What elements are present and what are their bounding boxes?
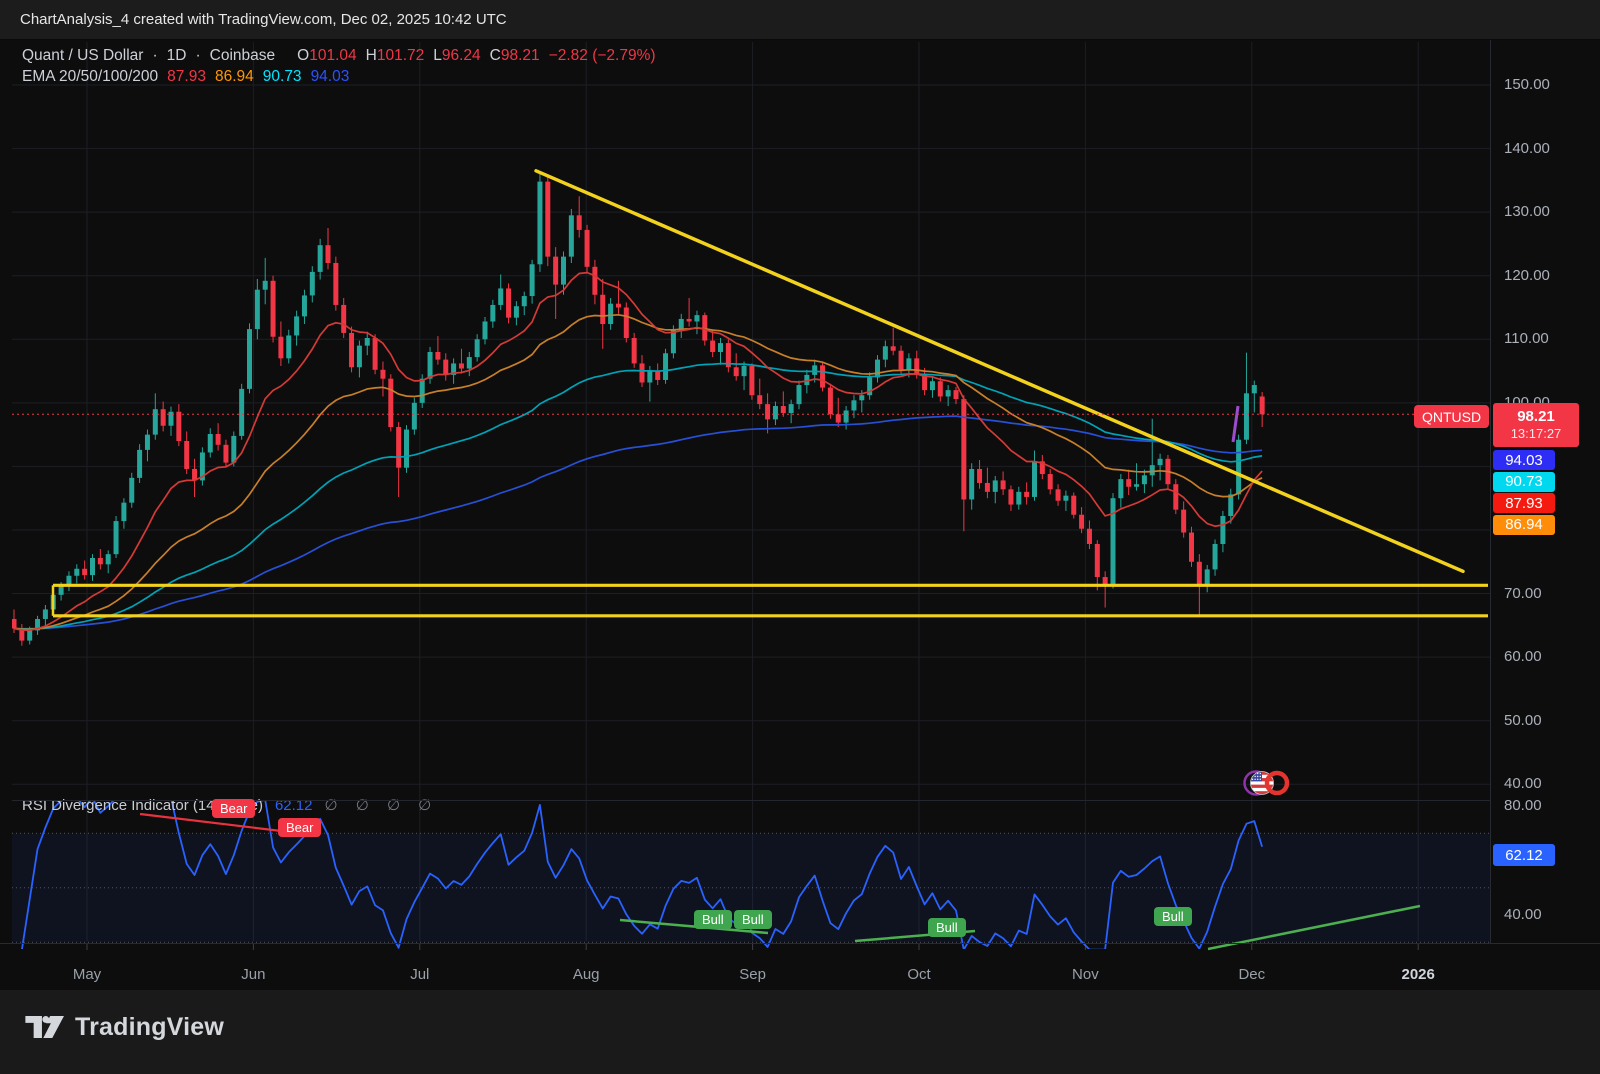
symbol-legend: Quant / US Dollar · 1D · Coinbase O101.0…: [22, 45, 656, 87]
rsi-indicator-legend: RSI Divergence Indicator (14, close) 62.…: [22, 796, 438, 814]
pane-separator[interactable]: [12, 800, 1490, 801]
close-label: C: [490, 47, 501, 64]
exchange-label: Coinbase: [210, 45, 276, 66]
tradingview-logo-text: TradingView: [75, 1013, 224, 1042]
open-value: 101.04: [309, 47, 356, 64]
us-flag-icon: [1245, 771, 1288, 795]
tradingview-logo[interactable]: TradingView: [24, 1012, 224, 1042]
ema20-value: 87.93: [167, 66, 206, 87]
rsi-empty-markers: ∅ ∅ ∅ ∅: [324, 796, 438, 814]
high-label: H: [366, 47, 377, 64]
change-value: −2.82 (−2.79%): [549, 45, 656, 66]
header-bar: ChartAnalysis_4 created with TradingView…: [0, 0, 1600, 40]
timeline-separator[interactable]: [0, 943, 1600, 944]
tradingview-logo-icon: [24, 1012, 64, 1042]
low-label: L: [433, 47, 442, 64]
interval-label: 1D: [167, 45, 187, 66]
ema100-value: 90.73: [263, 66, 302, 87]
symbol-legend-row: Quant / US Dollar · 1D · Coinbase O101.0…: [22, 45, 656, 66]
high-value: 101.72: [377, 47, 424, 64]
price-axis-border[interactable]: [1490, 40, 1491, 943]
ema200-value: 94.03: [311, 66, 350, 87]
symbol-name: Quant / US Dollar: [22, 45, 143, 66]
ema50-value: 86.94: [215, 66, 254, 87]
low-value: 96.24: [442, 47, 481, 64]
close-value: 98.21: [501, 47, 540, 64]
legend-dot: ·: [195, 45, 200, 66]
ema-label: EMA 20/50/100/200: [22, 66, 158, 87]
open-label: O: [297, 47, 309, 64]
chart-plot[interactable]: [0, 0, 1600, 1074]
legend-dot: ·: [152, 45, 157, 66]
ema-legend-row: EMA 20/50/100/200 87.93 86.94 90.73 94.0…: [22, 66, 656, 87]
header-title: ChartAnalysis_4 created with TradingView…: [20, 11, 507, 28]
